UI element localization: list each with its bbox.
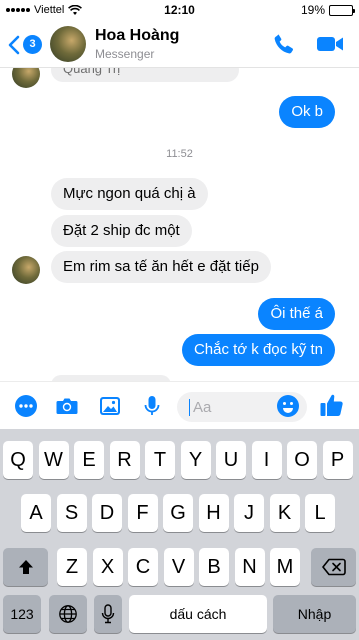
delete-key[interactable] — [311, 548, 356, 586]
thumbs-up-icon[interactable] — [319, 392, 345, 418]
emoji-icon[interactable] — [276, 394, 300, 418]
key-r[interactable]: R — [109, 441, 140, 479]
key-p[interactable]: P — [322, 441, 353, 479]
message-bubble-received[interactable]: Em rim sa tế ăn hết e đặt tiếp — [51, 251, 271, 283]
key-z[interactable]: Z — [57, 548, 87, 586]
key-n[interactable]: N — [234, 548, 265, 586]
key-t[interactable]: T — [145, 441, 175, 479]
space-key[interactable]: dấu cách — [129, 595, 267, 633]
back-button[interactable]: 3 — [8, 34, 44, 56]
on-screen-keyboard: QWERTYUIOP ASDFGHJKL ZXCVBNM 123 dấu các… — [0, 429, 359, 640]
globe-icon — [59, 605, 77, 623]
key-c[interactable]: C — [128, 548, 158, 586]
shift-key[interactable] — [3, 548, 48, 586]
shift-icon — [18, 560, 33, 574]
photo-icon[interactable] — [98, 394, 122, 418]
key-y[interactable]: Y — [180, 441, 211, 479]
key-u[interactable]: U — [216, 441, 246, 479]
key-g[interactable]: G — [163, 494, 193, 532]
message-input[interactable] — [193, 397, 273, 417]
microphone-icon[interactable] — [140, 394, 164, 418]
message-bubble-sent[interactable]: Ôi thế á — [258, 298, 335, 330]
back-chevron-icon — [8, 35, 20, 55]
contact-avatar-small — [12, 256, 40, 284]
battery-icon — [329, 4, 355, 16]
key-w[interactable]: W — [38, 441, 69, 479]
message-bubble-sent[interactable]: Ok b — [279, 96, 335, 128]
key-f[interactable]: F — [127, 494, 158, 532]
battery-percent: 19% — [300, 3, 325, 17]
contact-subtitle: Messenger — [95, 47, 155, 61]
phone-icon[interactable] — [272, 32, 296, 56]
globe-key[interactable] — [49, 595, 87, 633]
message-timestamp: 11:52 — [166, 148, 193, 160]
message-bubble-received[interactable]: Mực ngon quá chị à — [51, 178, 208, 210]
return-key[interactable]: Nhập — [273, 595, 356, 633]
key-m[interactable]: M — [270, 548, 300, 586]
video-camera-icon[interactable] — [316, 34, 344, 54]
dictation-key[interactable] — [94, 595, 122, 633]
status-bar: Viettel 12:10 19% — [0, 0, 359, 20]
contact-avatar-small — [12, 68, 40, 88]
camera-icon[interactable] — [55, 394, 79, 418]
message-bubble-sent[interactable]: Chắc tớ k đọc kỹ tn — [181, 334, 335, 366]
key-a[interactable]: A — [21, 494, 51, 532]
keyboard-mic-icon — [101, 604, 115, 624]
key-s[interactable]: S — [56, 494, 87, 532]
message-list[interactable]: Quảng Trị Ok b 11:52 Mực ngon quá chị à … — [0, 68, 359, 381]
key-h[interactable]: H — [198, 494, 229, 532]
message-bubble-partial: Quảng Trị — [51, 68, 239, 82]
message-bubble-received[interactable]: Đặt 2 ship đc một — [51, 215, 192, 247]
key-q[interactable]: Q — [3, 441, 33, 479]
numbers-key[interactable]: 123 — [3, 595, 41, 633]
key-v[interactable]: V — [163, 548, 194, 586]
more-icon[interactable] — [14, 394, 38, 418]
delete-icon — [321, 558, 346, 576]
key-k[interactable]: K — [269, 494, 300, 532]
status-right: 19% — [300, 3, 355, 17]
key-d[interactable]: D — [92, 494, 122, 532]
key-o[interactable]: O — [287, 441, 317, 479]
contact-name[interactable]: Hoa Hoàng — [95, 27, 179, 45]
text-caret — [189, 399, 190, 416]
key-x[interactable]: X — [92, 548, 123, 586]
conversation-header: 3 Hoa Hoàng Messenger — [0, 20, 359, 68]
key-b[interactable]: B — [199, 548, 229, 586]
key-j[interactable]: J — [234, 494, 264, 532]
key-l[interactable]: L — [305, 494, 335, 532]
unread-badge: 3 — [23, 35, 42, 54]
contact-avatar[interactable] — [50, 26, 86, 62]
message-composer — [0, 381, 359, 429]
key-e[interactable]: E — [74, 441, 104, 479]
key-i[interactable]: I — [251, 441, 282, 479]
